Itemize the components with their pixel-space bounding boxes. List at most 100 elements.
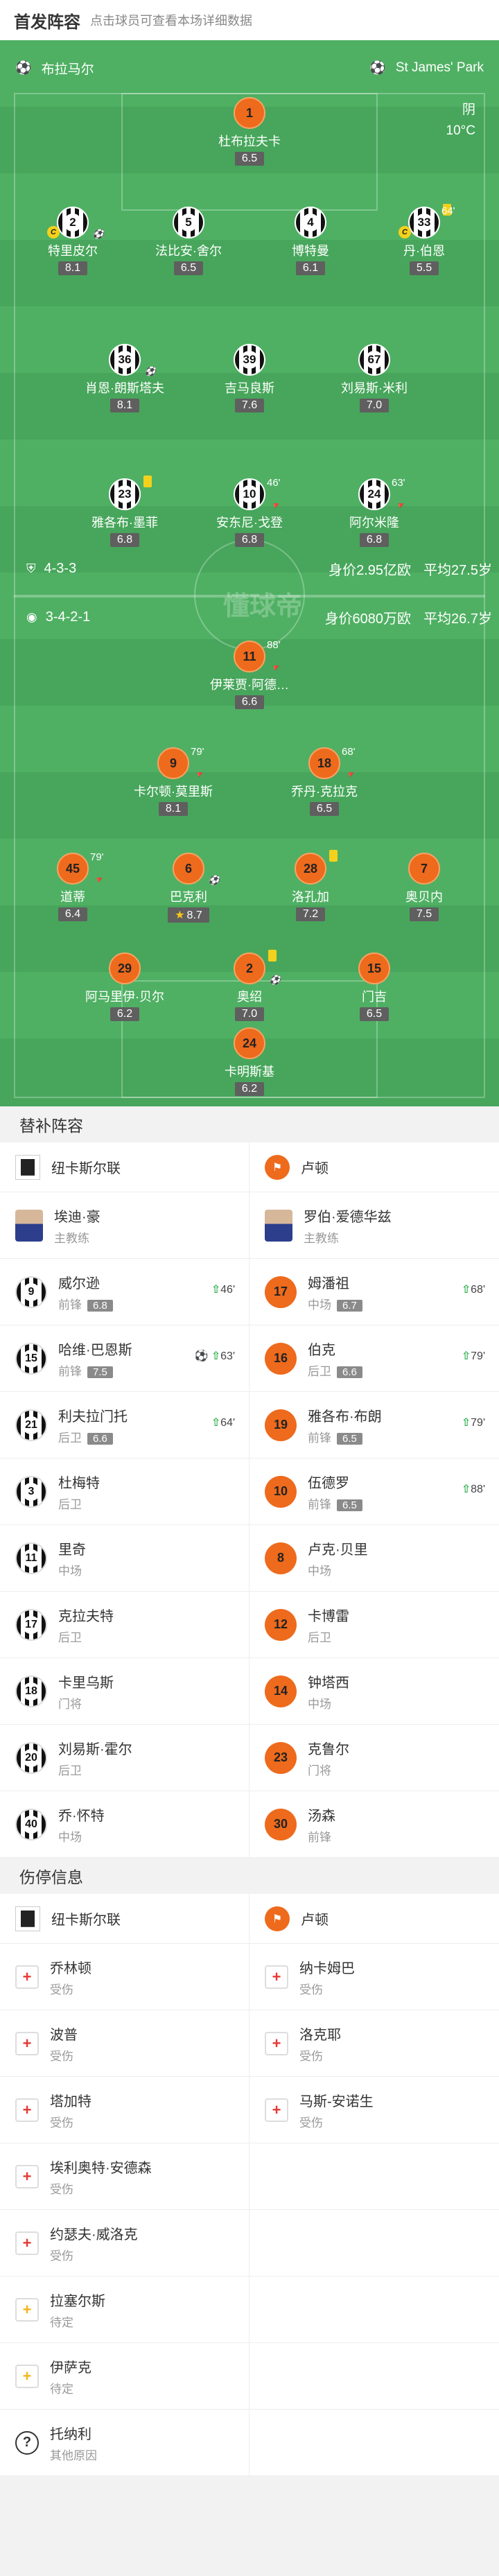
sub-off-icon: 🔻 <box>269 501 281 511</box>
player-marker[interactable]: 5 法比安·舍尔 6.5 <box>137 207 240 275</box>
player-marker[interactable]: 11 🔻 88' 伊莱贾·阿德… 6.6 <box>198 639 301 709</box>
player-marker[interactable]: 28 洛孔加 7.2 <box>259 850 362 921</box>
home-team-header[interactable]: 纽卡斯尔联 <box>0 1142 250 1192</box>
player-name: 刘易斯·米利 <box>341 381 408 395</box>
sub-player[interactable]: 3 杜梅特 后卫 <box>0 1459 250 1525</box>
player-marker[interactable]: 29 阿马里伊·贝尔 6.2 <box>73 952 177 1021</box>
sub-player[interactable]: 11 里奇 中场 <box>0 1525 250 1592</box>
sub-player[interactable]: 14 钟塔西 中场 <box>250 1658 499 1725</box>
injured-player[interactable]: + 乔林顿 受伤 <box>0 1944 250 2010</box>
player-name: 巴克利 <box>170 890 207 904</box>
player-marker[interactable]: 10 🔻 46' 安东尼·戈登 6.8 <box>198 477 301 547</box>
injured-player[interactable]: ? 托纳利 其他原因 <box>0 2410 250 2476</box>
player-shirt: 19 <box>265 1409 297 1441</box>
injured-player[interactable]: + 洛克耶 受伤 <box>250 2010 499 2077</box>
player-name: 卡尔顿·莫里斯 <box>134 785 213 799</box>
luton-crest-icon: ⚑ <box>265 1906 290 1931</box>
player-shirt: 14 <box>265 1675 297 1707</box>
player-marker[interactable]: 1 杜布拉夫卡 6.5 <box>198 97 301 166</box>
player-rating: 6.5 <box>337 1432 362 1445</box>
away-team-header[interactable]: ⚑ 卢顿 <box>250 1894 499 1944</box>
injury-icon: + <box>265 2031 288 2055</box>
player-marker[interactable]: 6⚽ 巴克利 8.7 <box>137 853 240 923</box>
player-rating: 6.6 <box>337 1366 362 1378</box>
player-name: 卡明斯基 <box>225 1065 274 1079</box>
sub-off-icon: 🔻 <box>92 875 104 885</box>
substitution-minute: 79' <box>90 851 104 863</box>
player-name: 奥绍 <box>237 990 262 1004</box>
sub-on-icon: ⇧ <box>211 1284 221 1296</box>
player-marker[interactable]: 4 博特曼 6.1 <box>259 207 362 275</box>
player-marker[interactable]: 36 ⚽ 肖恩·朗斯塔夫 8.1 <box>73 344 177 412</box>
player-name: 博特曼 <box>292 244 329 258</box>
sub-player[interactable]: 18 卡里乌斯 门将 <box>0 1658 250 1725</box>
player-marker[interactable]: 33 C 64' 丹·伯恩 5.5 <box>372 204 476 275</box>
player-shirt: 11 🔻 <box>234 641 281 673</box>
sub-player[interactable]: 12 卡博雷 后卫 <box>250 1592 499 1658</box>
player-marker[interactable]: 39 吉马良斯 7.6 <box>198 344 301 412</box>
injured-player[interactable]: + 拉塞尔斯 待定 <box>0 2277 250 2343</box>
player-marker[interactable]: 45 🔻 79' 道蒂 6.4 <box>21 851 125 921</box>
sub-player[interactable]: 23 克鲁尔 门将 <box>250 1725 499 1791</box>
sub-player[interactable]: 21 利夫拉门托 后卫 6.6 ⇧64' <box>0 1392 250 1459</box>
sub-player[interactable]: 9 威尔逊 前锋 6.8 ⇧46' <box>0 1259 250 1325</box>
player-marker[interactable]: 24 卡明斯基 6.2 <box>198 1027 301 1096</box>
player-marker[interactable]: 2 C ⚽ 特里皮尔 8.1 <box>21 207 125 275</box>
substitution-minute: 79' <box>191 746 204 758</box>
sub-player[interactable]: 17 克拉夫特 后卫 <box>0 1592 250 1658</box>
player-marker[interactable]: 67 刘易斯·米利 7.0 <box>322 344 426 412</box>
player-marker[interactable]: 24 🔻 63' 阿尔米隆 6.8 <box>322 477 426 547</box>
luton-crest-icon: ◉ <box>26 609 37 624</box>
injured-player[interactable]: + 马斯-安诺生 受伤 <box>250 2077 499 2143</box>
player-shirt: 17 <box>15 1608 47 1641</box>
away-stadium: ⚽ St James' Park <box>369 60 484 76</box>
player-name: 法比安·舍尔 <box>155 244 222 258</box>
sub-player[interactable]: 15 哈维·巴恩斯 前锋 7.5 ⚽ ⇧63' <box>0 1325 250 1392</box>
player-marker[interactable]: 18 🔻 68' 乔丹·克拉克 6.5 <box>272 746 376 816</box>
goal-icon: ⚽ <box>269 975 281 985</box>
sub-player[interactable]: 8 卢克·贝里 中场 <box>250 1525 499 1592</box>
empty-cell <box>250 2343 499 2410</box>
sub-player[interactable]: 10 伍德罗 前锋 6.5 ⇧88' <box>250 1459 499 1525</box>
player-marker[interactable]: 2 ⚽ 奥绍 7.0 <box>198 950 301 1021</box>
player-shirt: 16 <box>265 1342 297 1375</box>
player-shirt: 12 <box>265 1608 297 1641</box>
player-name: 奥贝内 <box>405 890 443 904</box>
sub-player[interactable]: 17 姆潘祖 中场 6.7 ⇧68' <box>250 1259 499 1325</box>
away-formation: ◉ 3-4-2-1 <box>26 609 91 625</box>
injured-player[interactable]: + 波普 受伤 <box>0 2010 250 2077</box>
injured-player[interactable]: + 伊萨克 待定 <box>0 2343 250 2410</box>
player-rating: 6.5 <box>234 152 265 166</box>
sub-player[interactable]: 19 雅各布·布朗 前锋 6.5 ⇧79' <box>250 1392 499 1459</box>
sub-player[interactable]: 40 乔·怀特 中场 <box>0 1791 250 1858</box>
empty-cell <box>250 2143 499 2210</box>
stadium-icon: ⚽ <box>15 61 32 76</box>
yellow-card-icon <box>329 850 338 862</box>
sub-player[interactable]: 30 汤森 前锋 <box>250 1791 499 1858</box>
player-shirt: 18 <box>15 1675 47 1707</box>
player-marker[interactable]: 23 雅各布·墨菲 6.8 <box>73 476 177 547</box>
player-name: 阿尔米隆 <box>349 516 399 530</box>
player-marker[interactable]: 9 🔻 79' 卡尔顿·莫里斯 8.1 <box>121 746 225 816</box>
injured-player[interactable]: + 约瑟夫·威洛克 受伤 <box>0 2210 250 2277</box>
player-marker[interactable]: 7 奥贝内 7.5 <box>372 853 476 921</box>
player-shirt: 18 🔻 <box>308 747 356 780</box>
home-team-header[interactable]: 纽卡斯尔联 <box>0 1894 250 1944</box>
sub-player[interactable]: 20 刘易斯·霍尔 后卫 <box>0 1725 250 1791</box>
home-coach[interactable]: 埃迪·豪 主教练 <box>0 1192 250 1259</box>
player-rating: 6.2 <box>110 1007 140 1021</box>
away-team-header[interactable]: ⚑ 卢顿 <box>250 1142 499 1192</box>
player-shirt: 11 <box>15 1542 47 1574</box>
injured-player[interactable]: + 塔加特 受伤 <box>0 2077 250 2143</box>
player-name: 雅各布·墨菲 <box>91 516 158 530</box>
sub-on-minute: ⇧68' <box>461 1284 485 1296</box>
weather: 阴 10°C <box>446 100 475 141</box>
injury-icon: + <box>265 1965 288 1989</box>
injured-player[interactable]: + 埃利奥特·安德森 受伤 <box>0 2143 250 2210</box>
sub-player[interactable]: 16 伯克 后卫 6.6 ⇧79' <box>250 1325 499 1392</box>
injured-player[interactable]: + 纳卡姆巴 受伤 <box>250 1944 499 2010</box>
away-coach[interactable]: 罗伯·爱德华兹 主教练 <box>250 1192 499 1259</box>
newcastle-crest-icon: ⛨ <box>26 561 36 575</box>
player-marker[interactable]: 15 门吉 6.5 <box>322 952 426 1021</box>
weather-condition: 阴 <box>462 103 475 117</box>
